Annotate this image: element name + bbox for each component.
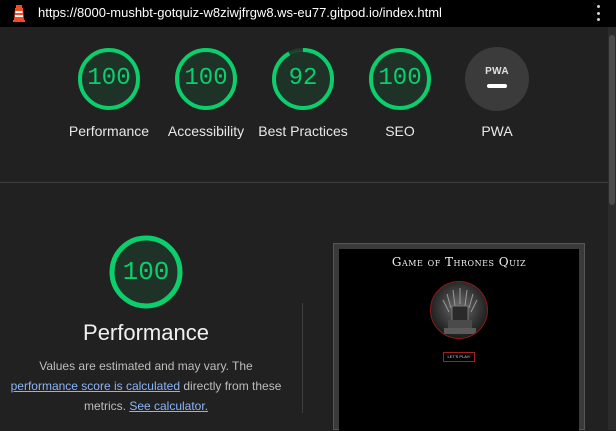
- gauge-label: Performance: [68, 123, 150, 139]
- gauge-pwa[interactable]: PWA PWA: [447, 47, 547, 141]
- vertical-divider: [302, 303, 303, 413]
- lighthouse-icon: [13, 5, 25, 22]
- gauge-score: 100: [378, 65, 422, 92]
- gauge-score: 100: [184, 65, 228, 92]
- score-calculated-link[interactable]: performance score is calculated: [11, 379, 180, 393]
- pwa-badge-text: PWA: [485, 66, 509, 77]
- gauge-label: Accessibility: [167, 123, 245, 139]
- performance-title: Performance: [83, 320, 209, 345]
- desc-text: Values are estimated and may vary. The: [39, 359, 253, 373]
- gauge-label: SEO: [385, 123, 415, 139]
- more-menu-icon[interactable]: [597, 5, 601, 21]
- performance-description: Values are estimated and may vary. The p…: [6, 356, 286, 416]
- performance-gauge: 100: [96, 232, 196, 312]
- throne-image: [430, 281, 488, 339]
- final-screenshot[interactable]: Game of Thrones Quiz LET'S PLAY!: [333, 243, 585, 431]
- performance-score: 100: [122, 257, 170, 287]
- gauge-label: PWA: [481, 123, 513, 139]
- gauge-label: Best Practices: [258, 123, 348, 139]
- gauge-score: 100: [87, 65, 131, 92]
- scrollbar-thumb[interactable]: [609, 35, 615, 205]
- page-url[interactable]: https://8000-mushbt-gotquiz-w8ziwjfrgw8.…: [38, 5, 442, 20]
- section-divider: [0, 182, 608, 183]
- gauge-score: 92: [288, 65, 318, 92]
- screenshot-content: Game of Thrones Quiz LET'S PLAY!: [339, 249, 579, 431]
- scrollbar[interactable]: [608, 27, 616, 430]
- gauge-performance[interactable]: 100 Performance: [59, 47, 159, 141]
- gauge-seo[interactable]: 100 SEO: [350, 47, 450, 141]
- pwa-badge-icon: [465, 47, 529, 111]
- gauge-best-practices[interactable]: 92 Best Practices: [253, 47, 353, 141]
- iron-throne-icon: [442, 288, 478, 334]
- see-calculator-link[interactable]: See calculator.: [129, 399, 208, 413]
- gauge-accessibility[interactable]: 100 Accessibility: [156, 47, 256, 141]
- summary-gauges: 100 Performance 100 Accessibility 92 Bes…: [0, 27, 608, 183]
- lets-play-button: LET'S PLAY!: [443, 352, 475, 362]
- browser-bar: https://8000-mushbt-gotquiz-w8ziwjfrgw8.…: [0, 0, 616, 27]
- quiz-title: Game of Thrones Quiz: [391, 255, 527, 269]
